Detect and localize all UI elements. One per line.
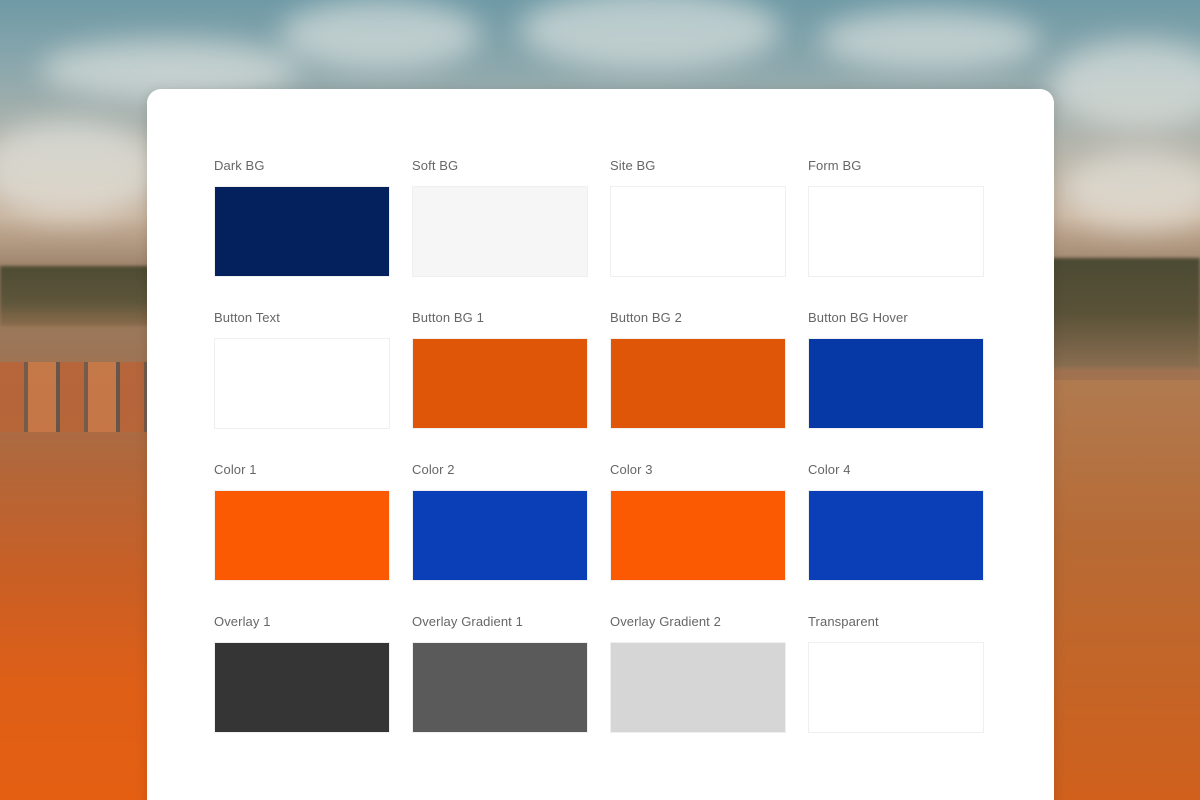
swatch-color-box bbox=[214, 186, 390, 277]
swatch-label: Overlay 1 bbox=[214, 614, 271, 629]
cloud-shape bbox=[1050, 40, 1200, 130]
swatch-label: Dark BG bbox=[214, 158, 265, 173]
swatch-label: Button BG 1 bbox=[412, 310, 484, 325]
swatch-color-box bbox=[808, 642, 984, 733]
swatch-color-box bbox=[610, 338, 786, 429]
color-swatch: Color 4 bbox=[808, 461, 984, 581]
swatch-grid: Dark BG Soft BG Site BG Form BG Button Text B… bbox=[214, 157, 984, 733]
swatch-color-box bbox=[214, 642, 390, 733]
color-swatch: Overlay Gradient 2 bbox=[610, 613, 786, 733]
field bbox=[1040, 380, 1200, 800]
swatch-color-box bbox=[808, 186, 984, 277]
tree-line bbox=[0, 266, 160, 326]
color-palette-card: Dark BG Soft BG Site BG Form BG Button Text B… bbox=[147, 89, 1054, 800]
color-swatch: Form BG bbox=[808, 157, 984, 277]
swatch-color-box bbox=[412, 490, 588, 581]
swatch-label: Color 2 bbox=[412, 462, 455, 477]
color-swatch: Overlay Gradient 1 bbox=[412, 613, 588, 733]
swatch-color-box bbox=[808, 490, 984, 581]
tree-line bbox=[1040, 258, 1200, 368]
color-swatch: Button BG Hover bbox=[808, 309, 984, 429]
swatch-color-box bbox=[610, 186, 786, 277]
color-swatch: Transparent bbox=[808, 613, 984, 733]
color-swatch: Color 1 bbox=[214, 461, 390, 581]
cloud-shape bbox=[1060, 150, 1200, 230]
color-swatch: Button Text bbox=[214, 309, 390, 429]
swatch-color-box bbox=[412, 338, 588, 429]
swatch-color-box bbox=[412, 642, 588, 733]
swatch-label: Form BG bbox=[808, 158, 862, 173]
cloud-shape bbox=[0, 120, 160, 220]
color-swatch: Site BG bbox=[610, 157, 786, 277]
swatch-color-box bbox=[214, 338, 390, 429]
swatch-label: Button BG 2 bbox=[610, 310, 682, 325]
swatch-label: Button Text bbox=[214, 310, 280, 325]
swatch-label: Overlay Gradient 1 bbox=[412, 614, 523, 629]
swatch-label: Button BG Hover bbox=[808, 310, 908, 325]
color-swatch: Dark BG bbox=[214, 157, 390, 277]
swatch-color-box bbox=[412, 186, 588, 277]
color-swatch: Color 2 bbox=[412, 461, 588, 581]
swatch-label: Color 1 bbox=[214, 462, 257, 477]
color-swatch: Button BG 2 bbox=[610, 309, 786, 429]
swatch-color-box bbox=[610, 490, 786, 581]
color-swatch: Button BG 1 bbox=[412, 309, 588, 429]
swatch-label: Overlay Gradient 2 bbox=[610, 614, 721, 629]
train-cars bbox=[0, 362, 150, 432]
swatch-label: Site BG bbox=[610, 158, 656, 173]
swatch-color-box bbox=[610, 642, 786, 733]
cloud-shape bbox=[280, 0, 480, 70]
cloud-shape bbox=[520, 0, 780, 70]
swatch-label: Color 4 bbox=[808, 462, 851, 477]
swatch-label: Transparent bbox=[808, 614, 879, 629]
swatch-color-box bbox=[214, 490, 390, 581]
swatch-color-box bbox=[808, 338, 984, 429]
color-swatch: Overlay 1 bbox=[214, 613, 390, 733]
cloud-shape bbox=[820, 10, 1040, 70]
swatch-label: Color 3 bbox=[610, 462, 653, 477]
swatch-label: Soft BG bbox=[412, 158, 459, 173]
color-swatch: Color 3 bbox=[610, 461, 786, 581]
color-swatch: Soft BG bbox=[412, 157, 588, 277]
